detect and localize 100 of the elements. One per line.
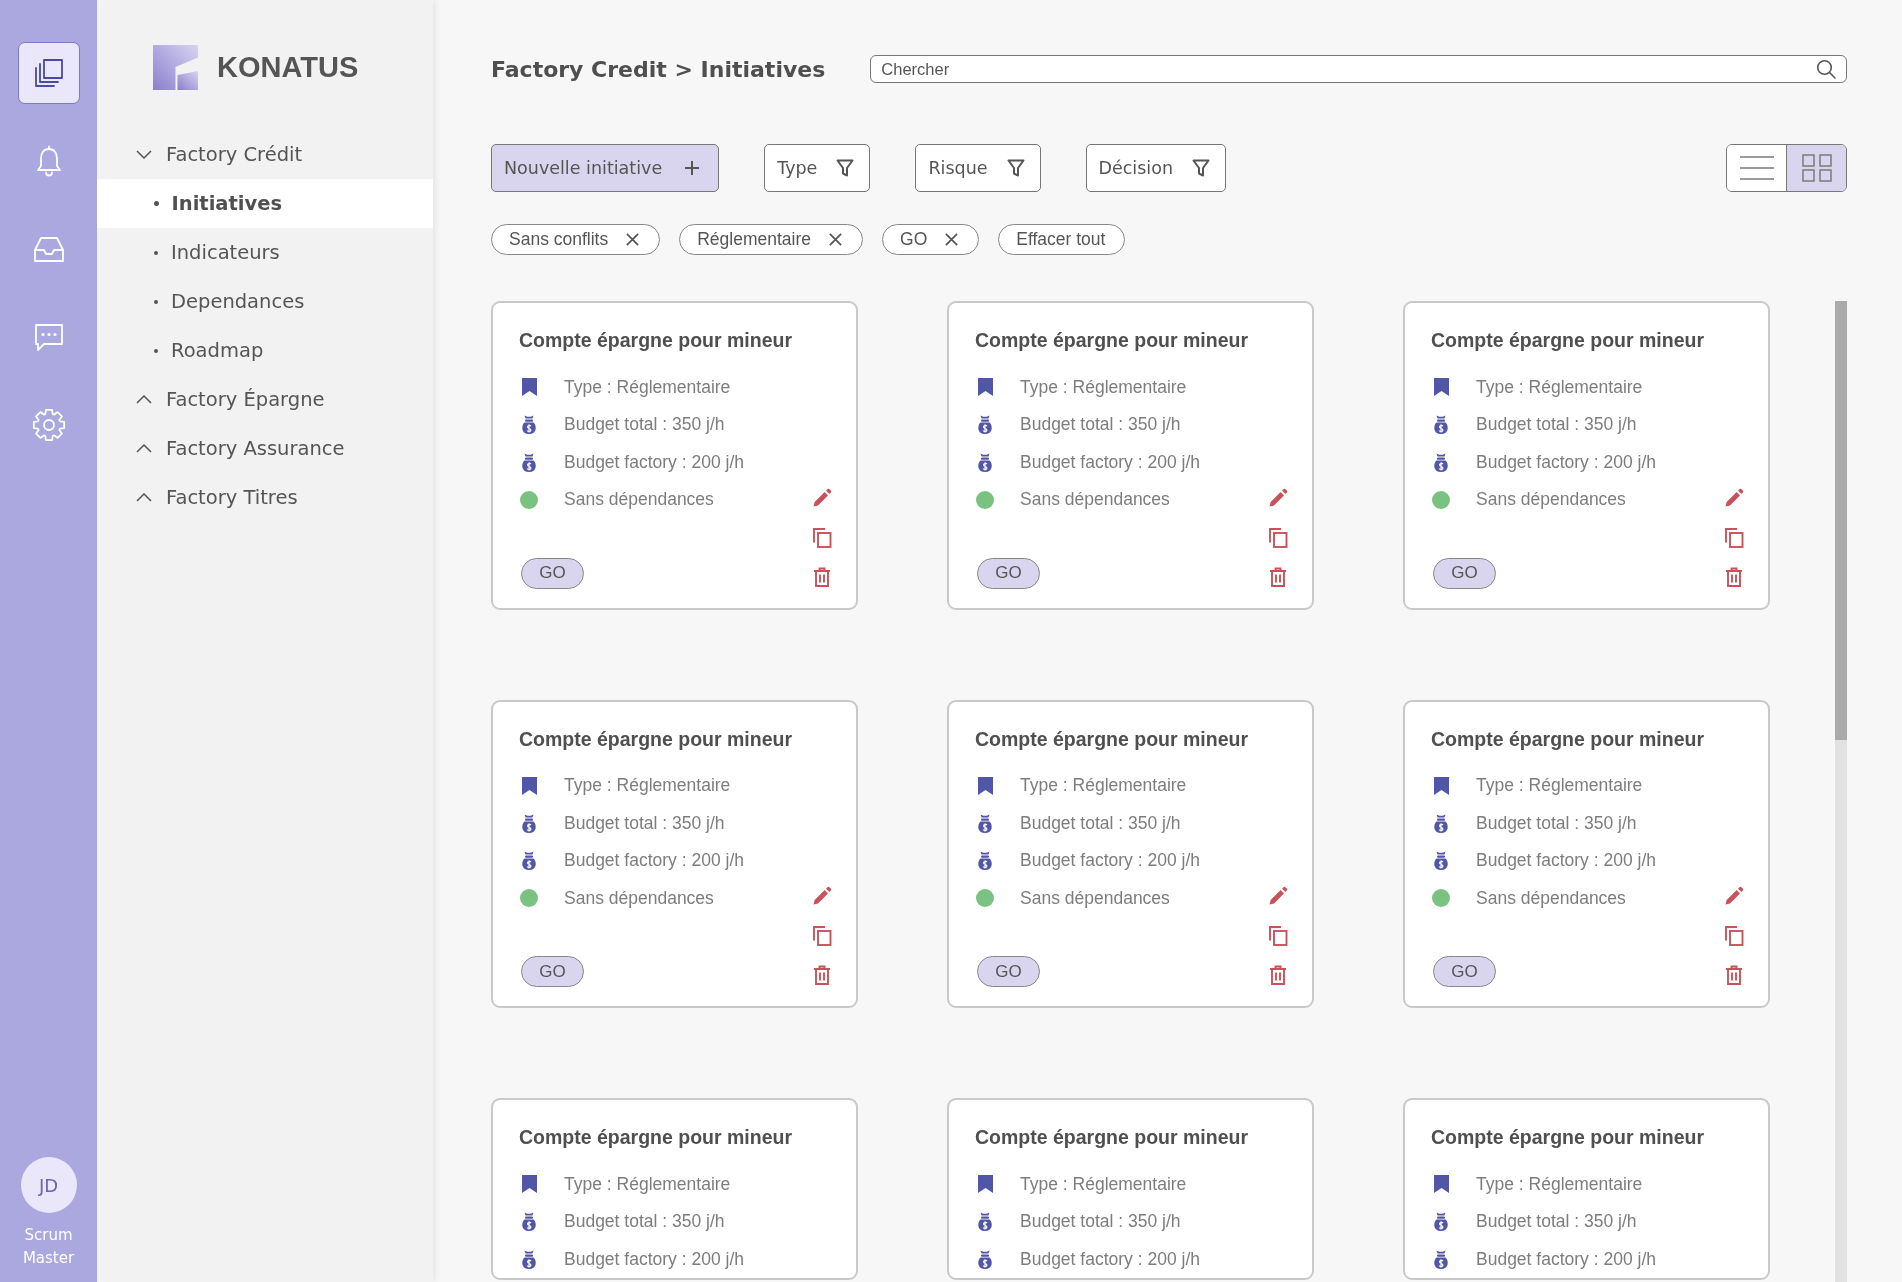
dependency-status: Sans dépendances <box>1476 489 1626 510</box>
search-field[interactable]: Chercher <box>870 55 1847 83</box>
card-title: Compte épargne pour mineur <box>519 1125 794 1149</box>
bookmark-icon <box>1433 378 1449 396</box>
money-bag-icon <box>977 851 993 870</box>
budget-label: Budget factory : 200 j/h <box>1476 451 1656 473</box>
money-bag-icon <box>1433 1212 1449 1231</box>
tree-group-item[interactable]: Factory Crédit <box>136 130 303 179</box>
copy-icon[interactable] <box>1268 925 1288 946</box>
budget-label: Budget total : 350 j/h <box>1476 414 1637 435</box>
trash-icon[interactable] <box>1725 566 1743 587</box>
type-label: Type : Réglementaire <box>564 376 731 398</box>
money-bag-icon <box>977 415 993 434</box>
type-label: Type : Réglementaire <box>564 775 731 796</box>
money-bag-icon <box>977 813 993 833</box>
tree-item[interactable]: Initiatives <box>97 179 433 228</box>
type-label: Type : Réglementaire <box>1020 1173 1187 1195</box>
logo-icon <box>153 45 198 90</box>
clear-filters-button[interactable]: Effacer tout <box>998 224 1126 255</box>
copy-icon[interactable] <box>1268 526 1288 548</box>
budget-label: Budget total : 350 j/h <box>564 1211 725 1232</box>
type-label: Type : Réglementaire <box>1476 775 1643 796</box>
money-bag-icon <box>521 1249 537 1269</box>
budget-label: Budget total : 350 j/h <box>564 812 725 834</box>
type-label: Type : Réglementaire <box>564 1173 731 1195</box>
user-avatar[interactable]: JD <box>20 1157 77 1213</box>
close-icon[interactable] <box>625 232 641 247</box>
money-bag-icon <box>521 813 537 833</box>
budget-label: Budget total : 350 j/h <box>1476 812 1637 834</box>
budget-label: Budget total : 350 j/h <box>564 414 725 435</box>
tree-item[interactable]: Dependances <box>154 277 305 326</box>
budget-label: Budget factory : 200 j/h <box>564 451 744 473</box>
brand-name: KONATUS <box>217 51 359 84</box>
pencil-icon[interactable] <box>1268 487 1288 508</box>
decision-badge: GO <box>1433 557 1496 589</box>
user-role: Scrum Master <box>21 1225 76 1269</box>
close-icon[interactable] <box>944 232 960 247</box>
filter-button[interactable]: Décision <box>1085 144 1226 192</box>
budget-label: Budget total : 350 j/h <box>1476 1211 1637 1232</box>
close-icon[interactable] <box>828 232 844 247</box>
trash-icon[interactable] <box>813 965 831 985</box>
card-title: Compte épargne pour mineur <box>1431 1125 1706 1149</box>
copy-icon[interactable] <box>812 925 832 946</box>
decision-badge: GO <box>521 557 584 589</box>
card-title: Compte épargne pour mineur <box>519 726 794 751</box>
money-bag-icon <box>977 452 993 472</box>
tree-item[interactable]: Indicateurs <box>154 228 280 277</box>
grid-view-button[interactable] <box>1786 145 1846 191</box>
copy-icon[interactable] <box>812 526 832 548</box>
decision-badge: GO <box>521 956 584 987</box>
money-bag-icon <box>521 452 537 472</box>
budget-label: Budget total : 350 j/h <box>1020 812 1181 834</box>
decision-badge: GO <box>977 557 1040 589</box>
bookmark-icon <box>977 1175 993 1193</box>
funnel-icon <box>1006 159 1025 177</box>
budget-label: Budget factory : 200 j/h <box>1020 850 1200 871</box>
trash-icon[interactable] <box>1269 965 1287 985</box>
bookmark-icon <box>1433 776 1449 795</box>
type-label: Type : Réglementaire <box>1476 1173 1643 1195</box>
pencil-icon[interactable] <box>1724 487 1744 508</box>
pencil-icon[interactable] <box>1268 886 1288 906</box>
dependency-status: Sans dépendances <box>1020 489 1170 510</box>
copy-icon[interactable] <box>1724 526 1744 548</box>
tree-group-item[interactable]: Factory Titres <box>136 473 298 522</box>
trash-icon[interactable] <box>813 566 831 587</box>
money-bag-icon <box>521 415 537 434</box>
filter-button[interactable]: Type <box>764 144 871 192</box>
filter-chip[interactable]: Réglementaire <box>679 224 864 255</box>
decision-badge: GO <box>977 956 1040 987</box>
plus-icon <box>684 160 701 176</box>
budget-label: Budget total : 350 j/h <box>1020 1211 1181 1232</box>
pencil-icon[interactable] <box>812 886 832 906</box>
add-button[interactable]: Nouvelle initiative <box>491 144 720 192</box>
money-bag-icon <box>1433 1249 1449 1269</box>
bookmark-icon <box>521 378 537 396</box>
copy-icon[interactable] <box>1724 925 1744 946</box>
filter-chip[interactable]: Sans conflits <box>491 224 661 255</box>
filter-button[interactable]: Risque <box>915 144 1041 192</box>
bullet-icon <box>154 348 158 353</box>
card-title: Compte épargne pour mineur <box>519 328 794 352</box>
nav-button[interactable] <box>17 42 80 104</box>
pencil-icon[interactable] <box>812 487 832 508</box>
budget-label: Budget factory : 200 j/h <box>1476 1248 1656 1270</box>
type-label: Type : Réglementaire <box>1476 376 1643 398</box>
bookmark-icon <box>977 776 993 795</box>
scrollbar-thumb[interactable] <box>1835 301 1847 740</box>
trash-icon[interactable] <box>1725 965 1743 985</box>
tree-item[interactable]: Roadmap <box>154 326 264 375</box>
money-bag-icon <box>521 851 537 870</box>
settings-icon <box>31 408 66 442</box>
money-bag-icon <box>1433 851 1449 870</box>
tree-group-item[interactable]: Factory Assurance <box>136 424 345 473</box>
pencil-icon[interactable] <box>1724 886 1744 906</box>
filter-chip[interactable]: GO <box>882 224 980 255</box>
dependency-status: Sans dépendances <box>564 489 714 510</box>
tree-group-item[interactable]: Factory Épargne <box>136 375 325 424</box>
budget-label: Budget factory : 200 j/h <box>564 1248 744 1270</box>
trash-icon[interactable] <box>1269 566 1287 587</box>
dependency-status: Sans dépendances <box>564 887 714 909</box>
budget-label: Budget factory : 200 j/h <box>564 850 744 871</box>
